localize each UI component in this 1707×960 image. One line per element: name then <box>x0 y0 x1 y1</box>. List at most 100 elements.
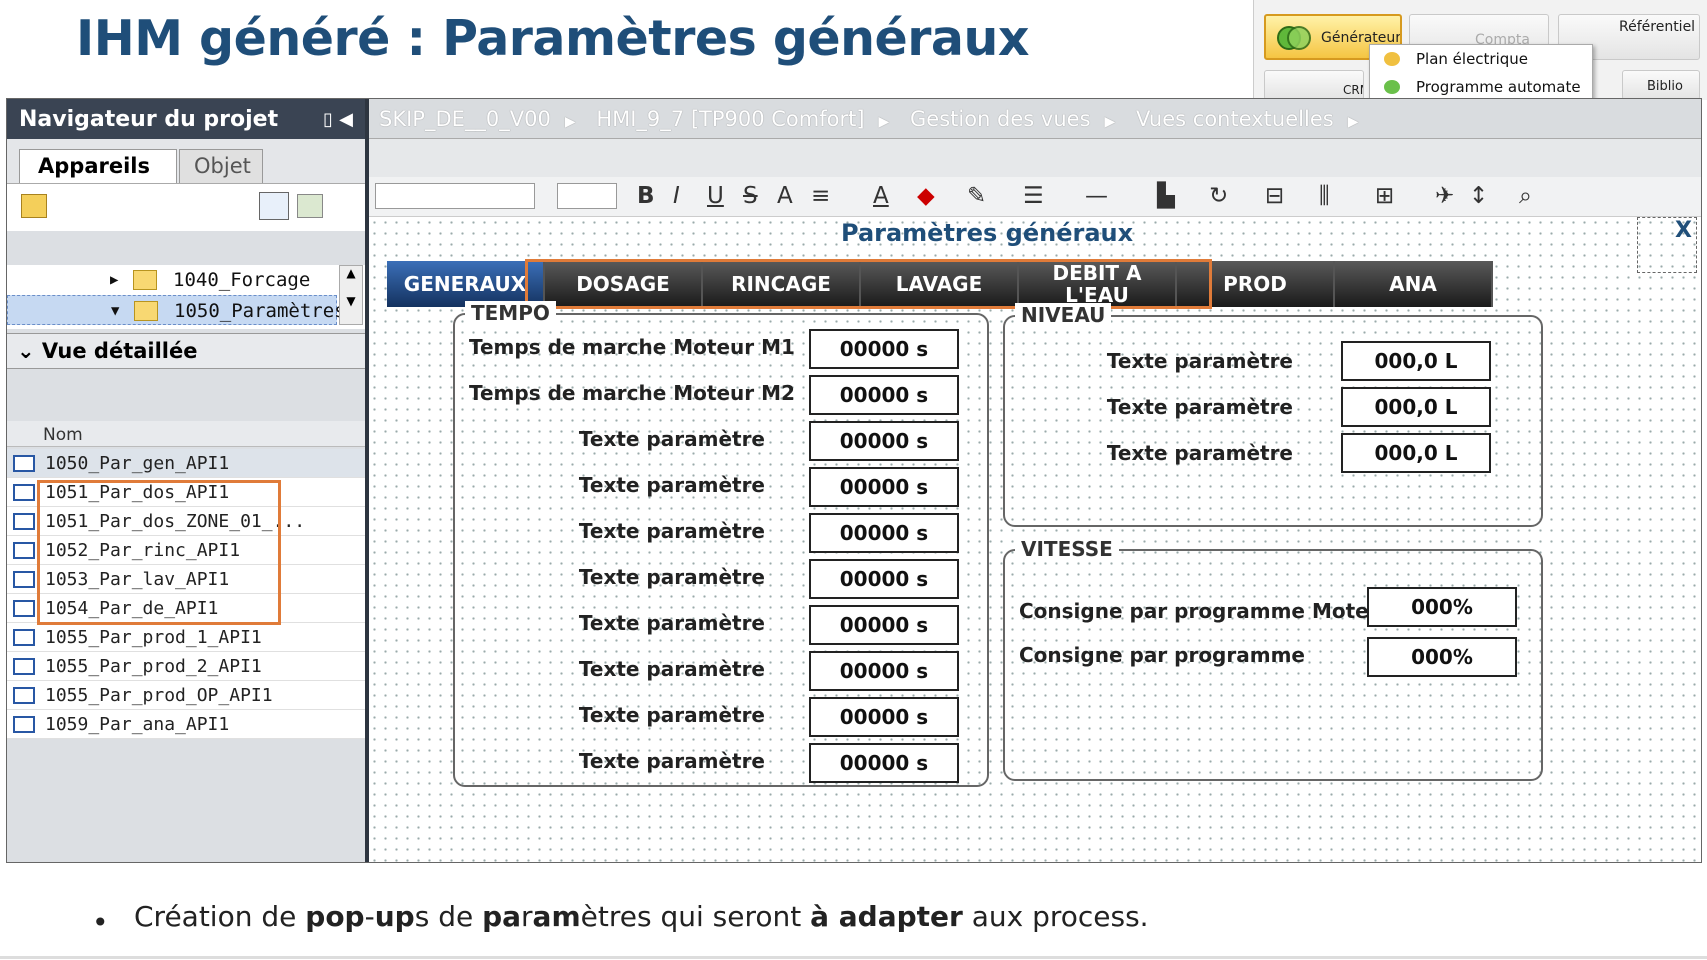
list-item-label: 1055_Par_prod_1_API1 <box>45 627 262 648</box>
divider <box>0 956 1707 959</box>
list-item[interactable]: 1050_Par_gen_API1 <box>7 449 365 478</box>
tempo-label: Texte paramètre <box>578 473 765 497</box>
font-select[interactable] <box>375 183 535 209</box>
tempo-value[interactable]: 00000 s <box>809 375 959 415</box>
screen-icon <box>13 484 35 501</box>
tempo-value[interactable]: 00000 s <box>809 697 959 737</box>
expand-arrow-icon[interactable]: ▶ <box>110 265 118 295</box>
breadcrumb-item[interactable]: HMI_9_7 [TP900 Comfort] <box>596 107 864 131</box>
screen-icon <box>13 687 35 704</box>
plc-icon <box>1384 80 1400 94</box>
font-color-button[interactable]: A <box>873 183 889 209</box>
tab-objet[interactable]: Objet <box>179 149 263 183</box>
tempo-label: Texte paramètre <box>578 519 765 543</box>
tempo-value[interactable]: 00000 s <box>809 651 959 691</box>
list-item[interactable]: 1055_Par_prod_OP_API1 <box>7 681 365 710</box>
tempo-label: Temps de marche Moteur M2 <box>469 381 795 405</box>
line-style-icon[interactable]: ☰ <box>1023 183 1044 209</box>
size-icon[interactable]: ⊞ <box>1375 183 1394 209</box>
line-width-icon[interactable]: — <box>1085 183 1108 209</box>
collapse-icon[interactable]: ▯ ◀ <box>323 109 353 130</box>
tempo-value[interactable]: 00000 s <box>809 743 959 783</box>
tree-item-parametres[interactable]: ▼ 1050_Paramètres <box>7 295 346 326</box>
chevron-right-icon: ▶ <box>1104 114 1116 130</box>
crm-label: CRM <box>1343 83 1363 97</box>
tab-ana[interactable]: ANA <box>1335 261 1493 307</box>
screen-icon <box>13 629 35 646</box>
arrange-icon[interactable]: ▙ <box>1157 183 1175 209</box>
level-icon[interactable]: ↕ <box>1469 183 1488 209</box>
bold-button[interactable]: B <box>637 183 655 209</box>
tempo-title: TEMPO <box>465 301 556 325</box>
tempo-value[interactable]: 00000 s <box>809 421 959 461</box>
font-size-select[interactable] <box>557 183 617 209</box>
editor-tabs-area <box>369 139 1701 177</box>
font-grow-button[interactable]: A <box>777 183 793 209</box>
footer-part: à adapter <box>810 900 963 933</box>
detail-view-header[interactable]: ⌄ Vue détaillée <box>7 333 365 369</box>
close-button[interactable]: X <box>1637 217 1697 273</box>
screen-icon <box>13 513 35 530</box>
screen-icon <box>13 716 35 733</box>
list-item[interactable]: 1059_Par_ana_API1 <box>7 710 365 739</box>
breadcrumb-item[interactable]: Gestion des vues <box>910 107 1091 131</box>
popup-title: Paramètres généraux <box>841 219 1134 247</box>
niveau-value[interactable]: 000,0 L <box>1341 433 1491 473</box>
tab-appareils[interactable]: Appareils <box>19 149 177 183</box>
project-tree: ▶ 1040_Forcage ▼ 1050_Paramètres ▲ ▼ <box>7 265 365 329</box>
tempo-value[interactable]: 00000 s <box>809 605 959 645</box>
tempo-value[interactable]: 00000 s <box>809 513 959 553</box>
export-icon[interactable] <box>297 194 323 218</box>
niveau-value[interactable]: 000,0 L <box>1341 341 1491 381</box>
tempo-value[interactable]: 00000 s <box>809 559 959 599</box>
vitesse-title: VITESSE <box>1015 537 1119 561</box>
crm-button[interactable]: CRM <box>1264 70 1364 100</box>
distribute-icon[interactable]: ⫼ <box>1319 183 1330 209</box>
tree-item-label: 1050_Paramètres <box>174 300 346 322</box>
footer-part: aux process. <box>962 900 1149 933</box>
biblio-label: Biblio <box>1647 79 1683 94</box>
underline-button[interactable]: U <box>707 183 724 209</box>
vitesse-value[interactable]: 000% <box>1367 587 1517 627</box>
italic-button[interactable]: I <box>673 183 680 209</box>
list-item[interactable]: 1055_Par_prod_2_API1 <box>7 652 365 681</box>
folder-icon <box>133 270 157 290</box>
menu-item-programme-automate[interactable]: Programme automate <box>1370 73 1592 101</box>
footer-part: s de <box>414 900 483 933</box>
navigator-tabs: Appareils Objet <box>7 139 365 183</box>
align-icon[interactable]: ≡ <box>811 183 830 209</box>
list-item-label: 1055_Par_prod_OP_API1 <box>45 685 273 706</box>
add-device-icon[interactable] <box>21 194 47 218</box>
electric-icon <box>1384 52 1400 66</box>
navigator-header: Navigateur du projet ▯ ◀ <box>7 99 365 139</box>
align-objects-icon[interactable]: ⊟ <box>1265 183 1284 209</box>
collapse-arrow-icon[interactable]: ▼ <box>111 296 119 326</box>
menu-item-plan-electrique[interactable]: Plan électrique <box>1370 45 1592 73</box>
biblio-button[interactable]: Biblio <box>1622 70 1700 100</box>
tempo-value[interactable]: 00000 s <box>809 467 959 507</box>
strikethrough-button[interactable]: S <box>743 183 758 209</box>
tree-item-forcage[interactable]: ▶ 1040_Forcage <box>7 265 337 295</box>
chevron-right-icon: ▶ <box>878 114 890 130</box>
table-view-icon[interactable] <box>259 192 289 220</box>
fill-color-icon[interactable]: ◆ <box>917 183 935 209</box>
rotate-icon[interactable]: ↻ <box>1209 183 1228 209</box>
menu-item-label: Programme automate <box>1416 78 1581 96</box>
tempo-value[interactable]: 00000 s <box>809 329 959 369</box>
line-color-icon[interactable]: ✎ <box>967 183 986 209</box>
tia-window: Navigateur du projet ▯ ◀ Appareils Objet… <box>6 98 1702 863</box>
tree-scrollbar[interactable]: ▲ ▼ <box>339 265 363 325</box>
breadcrumb-item[interactable]: Vues contextuelles <box>1136 107 1334 131</box>
breadcrumb-item[interactable]: SKIP_DE__0_V00 <box>379 107 551 131</box>
list-item[interactable]: 1055_Par_prod_1_API1 <box>7 623 365 652</box>
format-painter-icon[interactable]: ✈ <box>1435 183 1454 209</box>
project-navigator: Navigateur du projet ▯ ◀ Appareils Objet… <box>7 99 369 862</box>
zoom-icon[interactable]: ⌕ <box>1519 183 1532 209</box>
list-header[interactable]: Nom <box>7 421 365 447</box>
footer-part: Création de <box>134 900 306 933</box>
vitesse-value[interactable]: 000% <box>1367 637 1517 677</box>
chevron-right-icon: ▶ <box>564 114 576 130</box>
generator-dropdown: Plan électrique Programme automate <box>1369 44 1593 100</box>
tempo-label: Texte paramètre <box>578 611 765 635</box>
niveau-value[interactable]: 000,0 L <box>1341 387 1491 427</box>
